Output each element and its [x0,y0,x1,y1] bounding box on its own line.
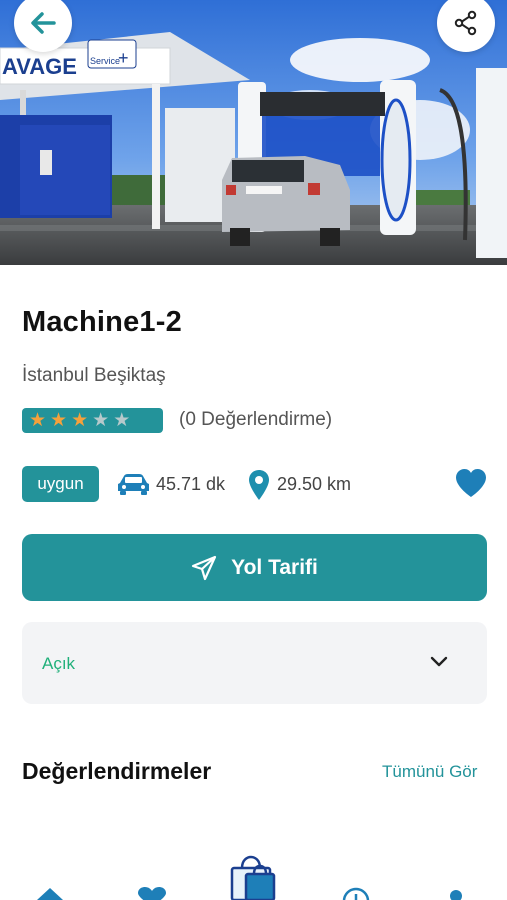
star-icon: ★ [113,410,131,431]
svg-text:Service: Service [90,56,120,66]
availability-badge: uygun [22,466,99,502]
hero-logo: Service + [87,39,137,69]
heart-icon[interactable] [136,886,168,900]
hero-image: AVAGE Service + [0,0,507,265]
star-icon: ★ [71,410,89,431]
bottom-navigation [0,850,507,900]
svg-text:+: + [118,48,129,68]
home-icon[interactable] [35,886,65,900]
directions-button[interactable]: Yol Tarifi [22,534,487,601]
favorite-button[interactable] [454,468,488,503]
profile-icon[interactable] [446,888,466,900]
directions-label: Yol Tarifi [231,555,318,579]
station-name: Machine1-2 [22,306,182,338]
back-arrow-icon [31,12,56,34]
location-pin-icon [249,470,269,500]
heart-icon [456,469,486,497]
open-status: Açık [42,654,76,673]
distance: 29.50 km [277,474,352,494]
star-icon: ★ [29,410,47,431]
reviews-title: Değerlendirmeler [22,758,212,784]
station-location: İstanbul Beşiktaş [22,365,166,386]
share-icon [454,10,477,36]
see-all-link[interactable]: Tümünü Gör [382,762,477,782]
clock-icon[interactable] [341,886,371,900]
star-icon: ★ [92,410,110,431]
rating-count: (0 Değerlendirme) [179,409,333,430]
drive-time: 45.71 dk [156,474,226,494]
chevron-down-icon [430,656,448,667]
shopping-bag-icon[interactable] [226,854,282,900]
hero-sign-text: AVAGE [2,54,77,79]
rating-stars: ★ ★ ★ ★ ★ [22,408,163,433]
navigation-icon [192,555,217,580]
star-icon: ★ [50,410,68,431]
car-icon [118,474,149,495]
opening-hours-dropdown[interactable]: Açık [22,622,487,704]
